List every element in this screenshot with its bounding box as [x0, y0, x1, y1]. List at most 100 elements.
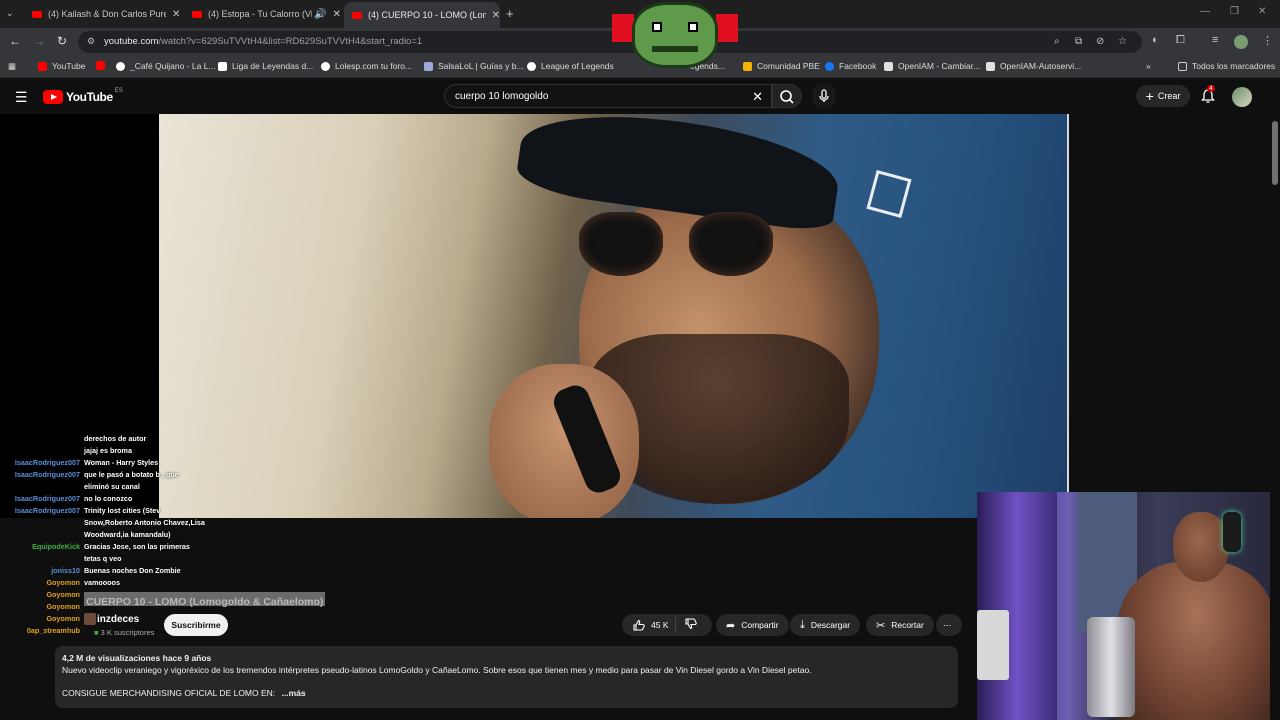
bookmark-item[interactable]: _Café Quijano - La L...: [116, 61, 216, 71]
profile-avatar[interactable]: [1234, 35, 1248, 49]
reload-icon[interactable]: ↻: [57, 34, 67, 48]
create-button[interactable]: + Crear: [1136, 85, 1190, 107]
close-tab-icon[interactable]: ✕: [492, 10, 500, 21]
video-subject: [689, 212, 773, 276]
account-avatar[interactable]: [1232, 87, 1252, 107]
back-icon[interactable]: ←: [9, 34, 21, 48]
pixel-zombie-overlay: [612, 0, 738, 72]
dislike-button[interactable]: [676, 618, 708, 632]
restore-icon[interactable]: ❐: [1230, 6, 1239, 17]
browser-tab-3-active[interactable]: (4) CUERPO 10 - LOMO (Lomog ✕: [344, 2, 500, 28]
bookmark-item[interactable]: YouTube: [38, 61, 85, 71]
webcam-part: [1223, 512, 1241, 552]
share-icon: ➦: [726, 619, 736, 632]
chat-username: Goyomon: [46, 614, 80, 623]
bookmark-item[interactable]: OpenIAM-Autoservi...: [986, 61, 1081, 71]
globe-icon: [116, 61, 125, 71]
apps-grid-icon[interactable]: ▦: [8, 61, 16, 72]
tab-title: (4) Estopa - Tu Calorro (Vid: [208, 9, 312, 19]
bookmark-item[interactable]: [96, 61, 110, 70]
chat-username: 0ap_streamhub: [26, 626, 80, 635]
close-window-icon[interactable]: ✕: [1258, 6, 1266, 17]
notifications-button[interactable]: 4: [1201, 85, 1215, 109]
download-button[interactable]: ⤓ Descargar: [790, 614, 861, 636]
webcam-part: [1173, 512, 1229, 582]
chat-username: Goyomon: [46, 590, 80, 599]
show-more-link[interactable]: ...más: [282, 688, 306, 698]
bookmark-item[interactable]: League of Legends: [527, 61, 614, 71]
speaker-icon[interactable]: 🔊: [314, 9, 326, 20]
omnibox[interactable]: ⚙ youtube.com/watch?v=629SuTVVtH4&list=R…: [78, 31, 1142, 53]
chat-username: EquipodeKick: [32, 542, 80, 551]
page-scrollbar[interactable]: [1270, 115, 1280, 720]
chat-text: no lo conozco: [84, 494, 133, 503]
forward-icon[interactable]: →: [33, 34, 45, 48]
chat-text: Snow,Roberto Antonio Chavez,Lisa: [84, 518, 205, 527]
video-frame[interactable]: [159, 114, 1069, 518]
chat-username: Goyomon: [46, 602, 80, 611]
like-button[interactable]: 45 K: [622, 617, 676, 633]
puzzle-icon[interactable]: ⧠: [1176, 34, 1185, 47]
bookmark-item[interactable]: Facebook: [825, 61, 876, 71]
bookmark-item[interactable]: OpenIAM - Cambiar...: [884, 61, 980, 71]
chat-text: Woman - Harry Styles: [84, 458, 159, 467]
tab-title: (4) CUERPO 10 - LOMO (Lomog: [368, 10, 486, 20]
more-horizontal-icon: ⋯: [943, 619, 952, 630]
close-tab-icon[interactable]: ✕: [172, 9, 180, 20]
youtube-favicon-icon: [32, 10, 42, 18]
download-icon: ⤓: [800, 618, 805, 631]
minimize-icon[interactable]: —: [1200, 6, 1210, 17]
search-button[interactable]: [772, 84, 802, 108]
channel-name[interactable]: inzdeces: [97, 614, 139, 625]
site-info-icon[interactable]: ⚙: [87, 36, 95, 47]
video-subject: [579, 212, 829, 282]
clip-button[interactable]: ✂ Recortar: [866, 614, 934, 636]
video-title: CUERPO 10 - LOMO (Lomogoldo & Cañaelomo): [84, 592, 326, 608]
bookmark-item[interactable]: Comunidad PBE: [743, 61, 820, 71]
subscribe-button[interactable]: Suscribirme: [164, 614, 228, 636]
globe-icon: [527, 61, 536, 71]
all-bookmarks-folder[interactable]: Todos los marcadores: [1178, 61, 1275, 71]
chrome-menu-icon[interactable]: ⋮: [1262, 34, 1273, 47]
zoom-search-icon[interactable]: ⌕: [1054, 36, 1060, 47]
chat-text: derechos de autor: [84, 434, 147, 443]
media-queue-icon[interactable]: ≡: [1212, 34, 1218, 46]
tab-title: (4) Kailash & Don Carlos Pure R: [48, 9, 166, 19]
youtube-play-icon: [43, 90, 63, 104]
more-bookmarks-icon[interactable]: »: [1146, 61, 1151, 71]
youtube-logo[interactable]: YouTube ES: [43, 88, 123, 104]
browser-tab-2[interactable]: (4) Estopa - Tu Calorro (Vid 🔊 ✕: [184, 4, 342, 24]
url-text[interactable]: youtube.com/watch?v=629SuTVVtH4&list=RD6…: [104, 36, 422, 47]
description-box[interactable]: 4,2 M de visualizaciones hace 9 años Nue…: [55, 646, 958, 708]
chat-text: eliminó su canal: [84, 482, 140, 491]
tab-search-icon[interactable]: ⌄: [6, 8, 14, 19]
chat-username: IsaacRodriguez007: [14, 458, 80, 467]
share-button[interactable]: ➦ Compartir: [716, 614, 789, 636]
video-subject: [866, 170, 912, 218]
channel-avatar[interactable]: [84, 613, 96, 625]
eye-off-icon[interactable]: ⊘: [1096, 36, 1104, 47]
youtube-header: ☰ YouTube ES cuerpo 10 lomogoldo ✕ + Crea…: [0, 79, 1280, 115]
extension-icon[interactable]: ◐: [1152, 34, 1159, 46]
globe-icon: [321, 61, 330, 71]
webcam-part: [1087, 617, 1135, 717]
thumbs-up-icon: [633, 619, 645, 631]
clear-search-icon[interactable]: ✕: [752, 89, 763, 105]
bookmark-item[interactable]: SalsaLoL | Guías y b...: [424, 61, 524, 71]
scissors-icon: ✂: [876, 619, 886, 632]
cast-icon[interactable]: ⧉: [1075, 36, 1082, 47]
bookmark-item[interactable]: Lolesp.com tu foro...: [321, 61, 412, 71]
bookmark-item[interactable]: Liga de Leyendas d...: [218, 61, 313, 71]
new-tab-icon[interactable]: +: [506, 6, 514, 21]
scrollbar-thumb[interactable]: [1272, 121, 1278, 185]
bookmark-star-icon[interactable]: ☆: [1118, 36, 1127, 47]
search-query[interactable]: cuerpo 10 lomogoldo: [455, 91, 548, 102]
search-icon: [780, 90, 794, 104]
voice-search-button[interactable]: [812, 84, 836, 108]
more-actions-button[interactable]: ⋯: [936, 614, 962, 636]
menu-icon[interactable]: ☰: [15, 89, 28, 106]
browser-tab-1[interactable]: (4) Kailash & Don Carlos Pure R ✕: [24, 4, 182, 24]
close-tab-icon[interactable]: ✕: [332, 9, 340, 20]
logo-text: YouTube: [66, 90, 113, 104]
search-input[interactable]: cuerpo 10 lomogoldo ✕: [444, 84, 772, 108]
